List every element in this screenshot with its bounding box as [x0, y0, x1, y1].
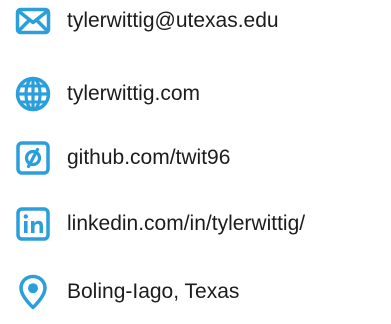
contact-website-text[interactable]: tylerwittig.com — [67, 81, 200, 107]
contact-email-text[interactable]: tylerwittig@utexas.edu — [67, 8, 279, 34]
contact-linkedin[interactable]: linkedin.com/in/tylerwittig/ — [14, 204, 391, 244]
contact-location: Boling-Iago, Texas — [14, 272, 391, 312]
envelope-icon — [14, 2, 52, 40]
contact-github[interactable]: github.com/twit96 — [14, 138, 391, 178]
location-pin-icon — [14, 273, 52, 311]
contact-website[interactable]: tylerwittig.com — [14, 74, 391, 114]
contact-email[interactable]: tylerwittig@utexas.edu — [14, 1, 391, 41]
linkedin-icon — [14, 205, 52, 243]
globe-icon — [14, 75, 52, 113]
contact-github-text[interactable]: github.com/twit96 — [67, 145, 230, 171]
contact-list: tylerwittig@utexas.edu tylerwittig.com g… — [0, 0, 391, 324]
contact-linkedin-text[interactable]: linkedin.com/in/tylerwittig/ — [67, 211, 305, 237]
github-icon — [14, 139, 52, 177]
contact-location-text: Boling-Iago, Texas — [67, 280, 240, 303]
